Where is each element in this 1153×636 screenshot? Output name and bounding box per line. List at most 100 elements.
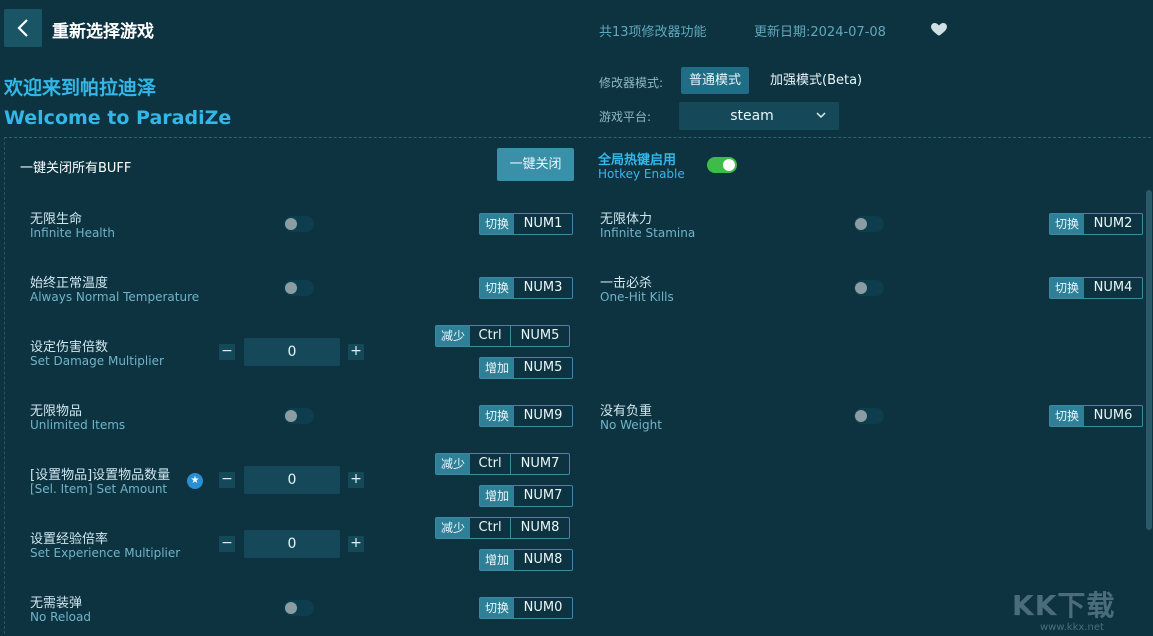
hotkey-key: NUM1 (523, 216, 563, 231)
cheat-name-cn: 一击必杀 (600, 276, 653, 291)
one-hit-kills-toggle[interactable] (854, 280, 884, 296)
hotkey-enable-label-cn: 全局热键启用 (598, 153, 677, 168)
cheat-name-cn: 无限物品 (30, 404, 83, 419)
cheat-name-cn: 始终正常温度 (30, 276, 109, 291)
hotkey-key: NUM5 (510, 326, 569, 346)
infinite-stamina-toggle[interactable] (854, 216, 884, 232)
hotkey-modifier: Ctrl (478, 328, 502, 343)
item-amount-increment-button[interactable]: + (348, 472, 364, 488)
hotkey-tag: 切换 (1050, 406, 1085, 426)
cheat-name-cn: [设置物品]设置物品数量 (30, 468, 171, 483)
exp-mult-decrement-button[interactable]: − (219, 536, 235, 552)
damage-mult-input[interactable]: 0 (244, 338, 340, 366)
favorite-button[interactable] (930, 20, 948, 38)
hotkey-key: NUM7 (510, 454, 569, 474)
cheat-name-cn: 没有负重 (600, 404, 653, 419)
no-weight-toggle[interactable] (854, 408, 884, 424)
no-weight-hotkey[interactable]: 切换 NUM6 (1049, 405, 1144, 427)
damage-mult-decrement-button[interactable]: − (219, 344, 235, 360)
hotkey-tag: 减少 (436, 518, 471, 538)
back-button[interactable] (4, 9, 42, 47)
hotkey-tag: 减少 (436, 454, 471, 474)
cheat-name-cn: 设置经验倍率 (30, 532, 109, 547)
hotkey-enable-label-en: Hotkey Enable (598, 167, 685, 181)
hotkey-key: NUM9 (523, 408, 563, 423)
welcome-title-cn: 欢迎来到帕拉迪泽 (4, 77, 157, 99)
hotkey-key: NUM5 (523, 360, 563, 375)
cheat-name-cn: 设定伤害倍数 (30, 340, 109, 355)
exp-mult-input[interactable]: 0 (244, 530, 340, 558)
damage-mult-increment-button[interactable]: + (348, 344, 364, 360)
infinite-health-toggle[interactable] (284, 216, 314, 232)
hotkey-key: NUM0 (523, 600, 563, 615)
item-amount-input[interactable]: 0 (244, 466, 340, 494)
cheat-name-en: [Sel. Item] Set Amount (30, 482, 168, 496)
hotkey-key: NUM7 (523, 488, 563, 503)
hotkey-key: NUM8 (523, 552, 563, 567)
damage-mult-decrease-hotkey[interactable]: 减少 Ctrl NUM5 (435, 325, 571, 347)
cheat-name-cn: 无限体力 (600, 212, 653, 227)
close-all-button[interactable]: 一键关闭 (497, 148, 574, 181)
item-amount-decrease-hotkey[interactable]: 减少 Ctrl NUM7 (435, 453, 571, 475)
cheat-name-en: Set Damage Multiplier (30, 354, 164, 368)
mode-label: 修改器模式: (599, 76, 664, 90)
cheat-name-en: No Weight (600, 418, 662, 432)
star-icon: ★ (187, 473, 203, 489)
scrollbar[interactable] (1146, 190, 1152, 530)
cheat-name-en: Set Experience Multiplier (30, 546, 181, 560)
features-count: 共13项修改器功能 (599, 25, 707, 40)
item-amount-decrement-button[interactable]: − (219, 472, 235, 488)
enhanced-mode-button[interactable]: 加强模式(Beta) (762, 67, 870, 94)
cheat-name-en: One-Hit Kills (600, 290, 674, 304)
normal-temp-toggle[interactable] (284, 280, 314, 296)
hotkey-modifier: Ctrl (478, 520, 502, 535)
page-title: 重新选择游戏 (52, 22, 154, 42)
hotkey-tag: 减少 (436, 326, 471, 346)
normal-temp-hotkey[interactable]: 切换 NUM3 (479, 277, 574, 299)
cheat-name-en: Infinite Health (30, 226, 115, 240)
cheat-name-en: No Reload (30, 610, 91, 624)
exp-mult-increment-button[interactable]: + (348, 536, 364, 552)
no-reload-hotkey[interactable]: 切换 NUM0 (479, 597, 574, 619)
update-date: 更新日期:2024-07-08 (754, 25, 886, 40)
watermark-url: www.kkx.net (1040, 622, 1104, 633)
hotkey-tag: 切换 (1050, 278, 1085, 298)
hotkey-modifier: Ctrl (478, 456, 502, 471)
infinite-health-hotkey[interactable]: 切换 NUM1 (479, 213, 574, 235)
hotkey-key: NUM4 (1093, 280, 1133, 295)
hotkey-key: NUM6 (1093, 408, 1133, 423)
cheat-name-en: Infinite Stamina (600, 226, 696, 240)
no-reload-toggle[interactable] (284, 600, 314, 616)
unlimited-items-hotkey[interactable]: 切换 NUM9 (479, 405, 574, 427)
item-amount-increase-hotkey[interactable]: 增加 NUM7 (479, 485, 574, 507)
hotkey-tag: 切换 (1050, 214, 1085, 234)
platform-select[interactable]: steam (679, 102, 839, 130)
exp-mult-increase-hotkey[interactable]: 增加 NUM8 (479, 549, 574, 571)
platform-value: steam (730, 108, 774, 124)
normal-mode-button[interactable]: 普通模式 (681, 67, 750, 94)
one-hit-kills-hotkey[interactable]: 切换 NUM4 (1049, 277, 1144, 299)
hotkey-tag: 增加 (480, 550, 515, 570)
infinite-stamina-hotkey[interactable]: 切换 NUM2 (1049, 213, 1144, 235)
chevron-left-icon (17, 19, 28, 37)
welcome-title-en: Welcome to ParadiZe (4, 107, 232, 129)
cheat-name-en: Unlimited Items (30, 418, 126, 432)
unlimited-items-toggle[interactable] (284, 408, 314, 424)
exp-mult-decrease-hotkey[interactable]: 减少 Ctrl NUM8 (435, 517, 571, 539)
watermark-logo: KK下载 (1012, 589, 1116, 622)
hotkey-tag: 切换 (480, 278, 515, 298)
buff-title: 一键关闭所有BUFF (20, 161, 132, 176)
cheat-name-en: Always Normal Temperature (30, 290, 200, 304)
cheat-name-cn: 无需装弹 (30, 596, 83, 611)
hotkey-key: NUM2 (1093, 216, 1133, 231)
hotkey-tag: 增加 (480, 358, 515, 378)
hotkey-enable-toggle[interactable] (707, 157, 737, 173)
hotkey-tag: 切换 (480, 406, 515, 426)
hotkey-key: NUM8 (510, 518, 569, 538)
damage-mult-increase-hotkey[interactable]: 增加 NUM5 (479, 357, 574, 379)
hotkey-tag: 切换 (480, 214, 515, 234)
chevron-down-icon (816, 112, 826, 119)
hotkey-tag: 增加 (480, 486, 515, 506)
platform-label: 游戏平台: (599, 110, 652, 124)
hotkey-key: NUM3 (523, 280, 563, 295)
